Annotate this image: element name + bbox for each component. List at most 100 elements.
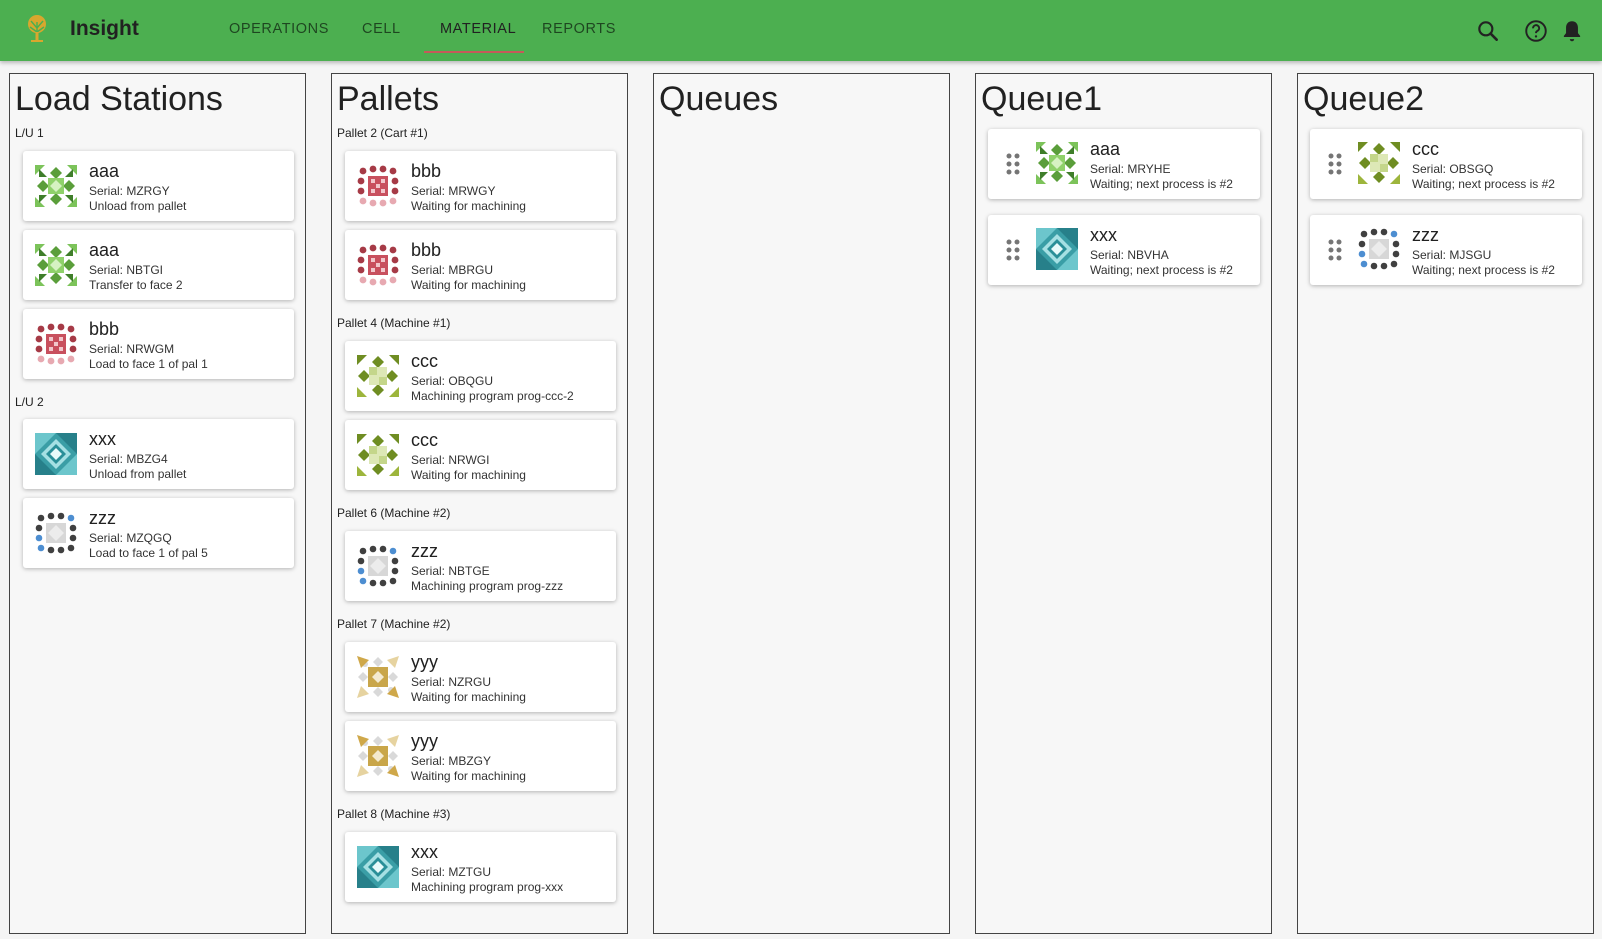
part-name: aaa [89, 161, 120, 181]
material-card[interactable]: aaa Serial: NBTGI Transfer to face 2 [23, 230, 294, 300]
group-label: L/U 1 [15, 126, 44, 140]
help-icon[interactable] [1523, 18, 1549, 44]
material-card[interactable]: ccc Serial: NRWGI Waiting for machining [345, 420, 616, 490]
part-action: Waiting; next process is #2 [1412, 263, 1555, 277]
part-action: Waiting for machining [411, 769, 526, 783]
part-serial: Serial: MRYHE [1090, 162, 1171, 176]
active-tab-indicator [424, 51, 524, 53]
part-serial: Serial: MBRGU [411, 263, 494, 277]
queued-material-card[interactable]: xxx Serial: NBVHA Waiting; next process … [988, 215, 1260, 285]
tab-cell[interactable]: CELL [362, 21, 401, 37]
part-serial: Serial: NRWGM [89, 342, 175, 356]
app-brand: Insight [70, 17, 139, 40]
part-bbb-icon [357, 244, 399, 286]
tree-logo-icon [28, 15, 46, 42]
part-action: Unload from pallet [89, 467, 187, 481]
group-label: Pallet 4 (Machine #1) [337, 316, 451, 330]
queued-material-card[interactable]: aaa Serial: MRYHE Waiting; next process … [988, 129, 1260, 199]
part-ccc-icon [357, 434, 399, 476]
group-label: Pallet 7 (Machine #2) [337, 617, 451, 631]
queued-material-card[interactable]: ccc Serial: OBSGQ Waiting; next process … [1310, 129, 1582, 199]
part-serial: Serial: MJSGU [1412, 248, 1492, 262]
part-name: zzz [89, 508, 116, 528]
material-card[interactable]: aaa Serial: MZRGY Unload from pallet [23, 151, 294, 221]
queue1-column: Queue1 aaa Serial: MRYHE Waiting; next p… [975, 73, 1272, 934]
part-name: ccc [1412, 139, 1439, 159]
part-action: Machining program prog-ccc-2 [411, 389, 574, 403]
tab-reports[interactable]: REPORTS [542, 21, 616, 37]
material-card[interactable]: xxx Serial: MZTGU Machining program prog… [345, 832, 616, 902]
group-label: Pallet 2 (Cart #1) [337, 126, 428, 140]
part-ccc-icon [357, 355, 399, 397]
part-action: Waiting; next process is #2 [1412, 177, 1555, 191]
material-card[interactable]: yyy Serial: NZRGU Waiting for machining [345, 642, 616, 712]
part-action: Load to face 1 of pal 1 [89, 357, 208, 371]
queues-column: Queues [653, 73, 950, 934]
part-name: xxx [89, 429, 116, 449]
drag-handle-icon[interactable] [1006, 152, 1020, 176]
part-serial: Serial: NBTGI [89, 263, 164, 277]
search-icon[interactable] [1475, 18, 1501, 44]
part-serial: Serial: NBTGE [411, 564, 490, 578]
part-serial: Serial: NRWGI [411, 453, 490, 467]
part-name: bbb [411, 161, 442, 181]
part-bbb-icon [357, 165, 399, 207]
material-card[interactable]: yyy Serial: MBZGY Waiting for machining [345, 721, 616, 791]
part-name: yyy [411, 652, 438, 672]
material-card[interactable]: bbb Serial: NRWGM Load to face 1 of pal … [23, 309, 294, 379]
tab-operations[interactable]: OPERATIONS [229, 21, 329, 37]
part-action: Unload from pallet [89, 199, 187, 213]
material-card[interactable]: bbb Serial: MBRGU Waiting for machining [345, 230, 616, 300]
tab-material[interactable]: MATERIAL [440, 21, 516, 37]
part-serial: Serial: MZTGU [411, 865, 492, 879]
part-serial: Serial: NZRGU [411, 675, 492, 689]
material-card[interactable]: xxx Serial: MBZG4 Unload from pallet [23, 419, 294, 489]
part-name: bbb [411, 240, 442, 260]
group-label: L/U 2 [15, 395, 44, 409]
part-name: bbb [89, 319, 120, 339]
column-title: Pallets [337, 80, 440, 118]
part-xxx-icon [1036, 228, 1078, 270]
queued-material-card[interactable]: zzz Serial: MJSGU Waiting; next process … [1310, 215, 1582, 285]
part-serial: Serial: OBQGU [411, 374, 494, 388]
app-bar: Insight OPERATIONS CELL MATERIAL REPORTS [0, 0, 1602, 61]
column-title: Load Stations [15, 80, 223, 118]
material-card[interactable]: ccc Serial: OBQGU Machining program prog… [345, 341, 616, 411]
part-serial: Serial: MRWGY [411, 184, 496, 198]
material-card[interactable]: bbb Serial: MRWGY Waiting for machining [345, 151, 616, 221]
group-label: Pallet 6 (Machine #2) [337, 506, 451, 520]
load-stations-column: Load Stations L/U 1 aaa Serial: MZRGY Un… [9, 73, 306, 934]
part-zzz-icon [35, 512, 77, 554]
part-action: Transfer to face 2 [89, 278, 183, 292]
part-ccc-icon [1358, 142, 1400, 184]
part-action: Waiting; next process is #2 [1090, 177, 1233, 191]
group-label: Pallet 8 (Machine #3) [337, 807, 451, 821]
part-action: Waiting for machining [411, 199, 526, 213]
part-name: yyy [411, 731, 438, 751]
part-name: aaa [1090, 139, 1121, 159]
part-action: Load to face 1 of pal 5 [89, 546, 208, 560]
part-name: xxx [1090, 225, 1117, 245]
queue2-column: Queue2 ccc Serial: OBSGQ Waiting; next p… [1297, 73, 1594, 934]
material-card[interactable]: zzz Serial: NBTGE Machining program prog… [345, 531, 616, 601]
drag-handle-icon[interactable] [1328, 152, 1342, 176]
material-card[interactable]: zzz Serial: MZQGQ Load to face 1 of pal … [23, 498, 294, 568]
part-name: zzz [411, 541, 438, 561]
part-action: Machining program prog-zzz [411, 579, 564, 593]
part-bbb-icon [35, 323, 77, 365]
drag-handle-icon[interactable] [1006, 238, 1020, 262]
part-yyy-icon [357, 735, 399, 777]
part-aaa-icon [35, 165, 77, 207]
part-serial: Serial: MBZG4 [89, 452, 168, 466]
part-zzz-icon [357, 545, 399, 587]
part-xxx-icon [357, 846, 399, 888]
part-name: aaa [89, 240, 120, 260]
part-action: Waiting for machining [411, 690, 526, 704]
drag-handle-icon[interactable] [1328, 238, 1342, 262]
part-serial: Serial: MZRGY [89, 184, 170, 198]
notifications-icon[interactable] [1559, 18, 1585, 44]
part-action: Waiting for machining [411, 278, 526, 292]
part-action: Waiting for machining [411, 468, 526, 482]
part-action: Machining program prog-xxx [411, 880, 564, 894]
part-serial: Serial: MZQGQ [89, 531, 172, 545]
